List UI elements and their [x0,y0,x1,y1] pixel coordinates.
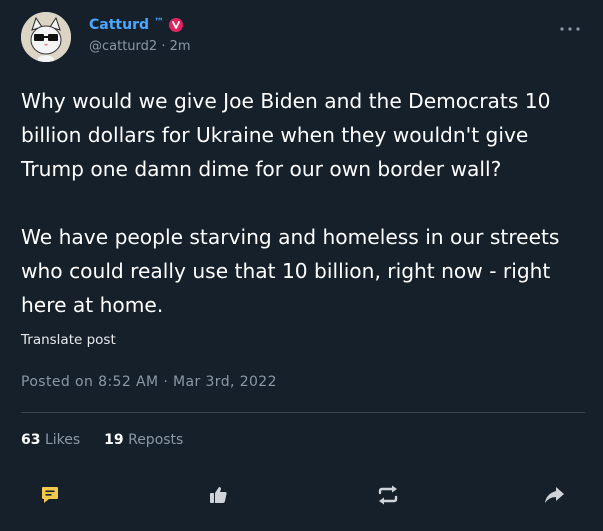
author-handle[interactable]: @catturd2 [89,39,157,54]
like-icon [208,485,228,505]
trademark-symbol: ™ [154,16,164,28]
author-handle-row: @catturd2 · 2m [89,39,191,54]
like-button[interactable] [203,480,233,510]
post-body-text: Why would we give Joe Biden and the Demo… [21,89,560,317]
repost-icon [377,485,399,505]
divider [21,412,585,413]
comment-button[interactable] [35,480,65,510]
likes-stat[interactable]: 63 Likes [21,432,80,448]
avatar[interactable] [21,12,71,62]
reposts-label: Reposts [128,432,184,448]
author-name-row: Catturd ™ [89,17,183,33]
likes-count: 63 [21,432,41,448]
post-time-ago: 2m [169,39,191,54]
share-icon [543,485,565,505]
share-button[interactable] [539,480,569,510]
likes-label: Likes [44,432,81,448]
more-options-icon[interactable] [559,25,581,33]
translate-post-link[interactable]: Translate post [21,332,116,348]
reposts-count: 19 [104,432,124,448]
post-stats: 63 Likes 19 Reposts [21,432,183,448]
reposts-stat[interactable]: 19 Reposts [104,432,183,448]
author-display-name[interactable]: Catturd [89,17,149,33]
handle-separator: · [161,39,166,54]
verified-badge-icon [169,18,183,32]
post-timestamp: Posted on 8:52 AM · Mar 3rd, 2022 [21,374,277,390]
repost-button[interactable] [373,480,403,510]
comment-icon [40,485,60,505]
post-card: Catturd ™ @catturd2 · 2m Why would we gi… [0,0,603,531]
post-header: Catturd ™ @catturd2 · 2m [21,12,581,62]
post-actions [21,480,582,510]
